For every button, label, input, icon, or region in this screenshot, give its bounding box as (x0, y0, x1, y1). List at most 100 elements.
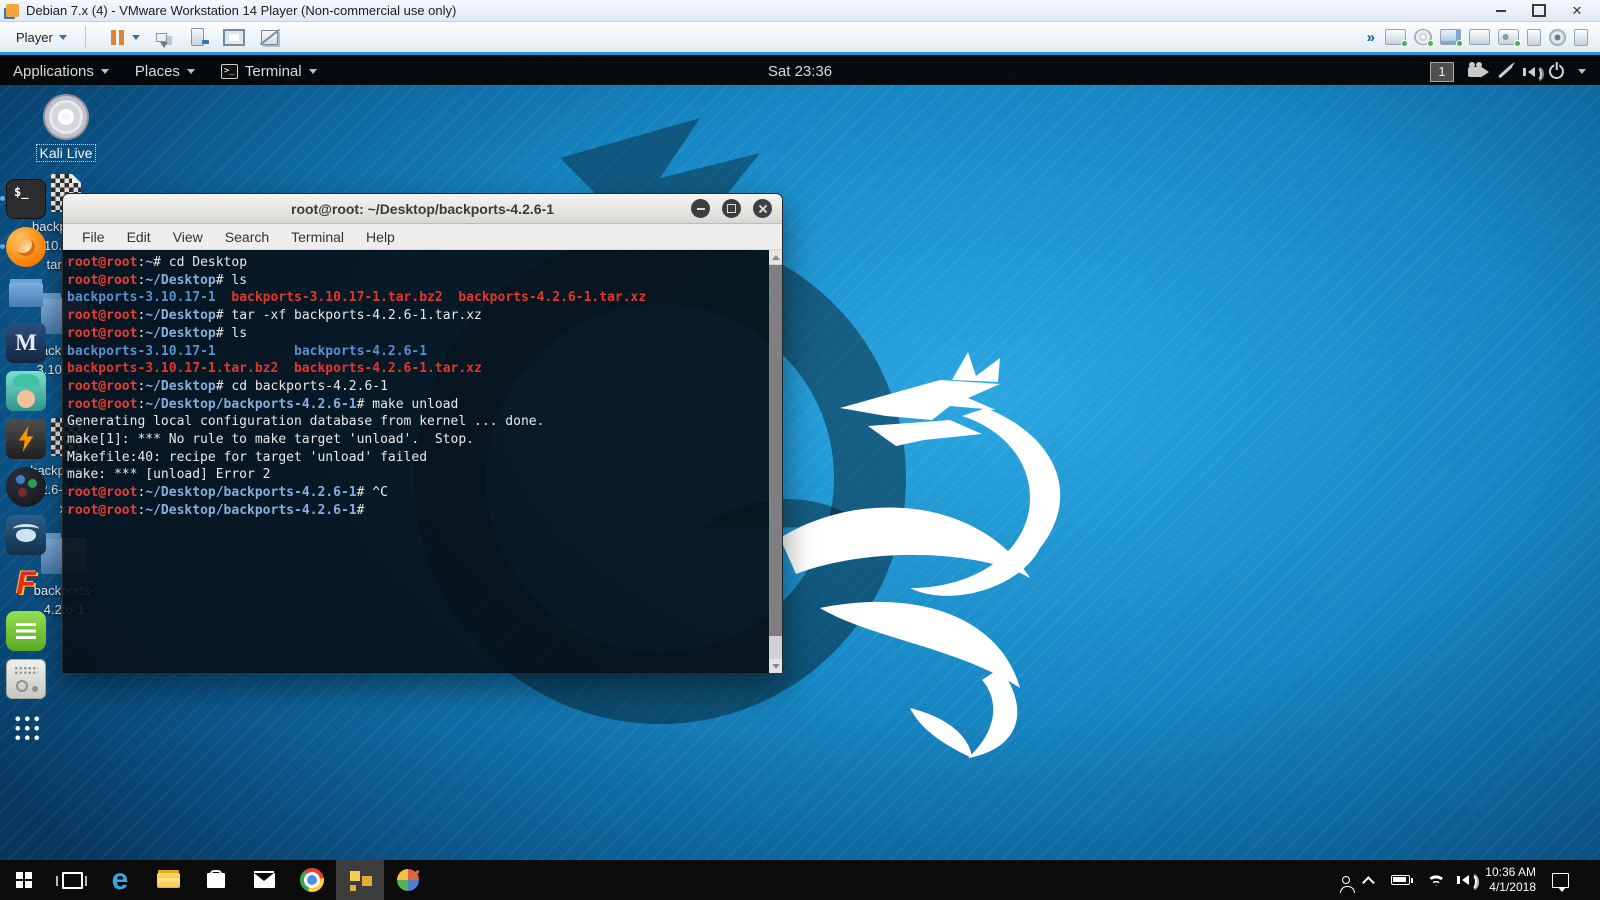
usb-icon[interactable] (1527, 29, 1541, 46)
vmware-window-title: Debian 7.x (4) - VMware Workstation 14 P… (26, 3, 1480, 18)
desktop-item-kali-live[interactable]: Kali Live (30, 94, 102, 163)
terminal-line: root@root:~# cd Desktop (67, 254, 766, 272)
file-explorer-icon (157, 873, 180, 888)
dock-metasploit-icon[interactable] (6, 323, 46, 363)
pause-chevron-icon[interactable] (132, 35, 140, 40)
maximize-icon[interactable] (1522, 3, 1556, 19)
wifi-icon[interactable] (1426, 874, 1446, 887)
running-indicator (0, 196, 5, 201)
chevron-down-icon (101, 69, 109, 74)
window-close-icon[interactable] (753, 199, 772, 218)
workspace-indicator[interactable]: 1 (1430, 62, 1454, 82)
vmware-toolbar: Player » (0, 22, 1600, 55)
dock-terminal-icon[interactable] (6, 179, 46, 219)
window-minimize-icon[interactable] (691, 199, 710, 218)
fullscreen-icon[interactable] (221, 25, 247, 49)
windows-taskbar: 10:36 AM 4/1/2018 (0, 860, 1600, 900)
taskbar-start-button[interactable] (0, 860, 48, 900)
connected-indicator (1401, 40, 1408, 47)
cd-disc-icon (43, 94, 89, 140)
terminal-appmenu-label: Terminal (245, 63, 302, 80)
device-status-icons (1381, 29, 1592, 46)
tray-clock[interactable]: 10:36 AM 4/1/2018 (1485, 865, 1536, 895)
dock-beef-icon[interactable] (6, 515, 46, 555)
dock-browser-icon[interactable] (6, 227, 46, 267)
terminal-line: root@root:~/Desktop# ls (67, 325, 766, 343)
pause-icon[interactable] (101, 25, 127, 49)
network-icon[interactable] (1440, 29, 1461, 45)
terminal-content[interactable]: root@root:~# cd Desktoproot@root:~/Deskt… (63, 250, 782, 673)
scroll-up-icon[interactable] (769, 250, 782, 264)
chevron-down-icon (187, 69, 195, 74)
taskbar-chrome-button[interactable] (288, 860, 336, 900)
pen-icon[interactable] (1498, 65, 1513, 79)
minimize-icon[interactable] (1484, 3, 1518, 19)
player-menu-button[interactable]: Player (8, 27, 75, 48)
terminal-menu-help[interactable]: Help (355, 229, 406, 245)
camcorder-icon[interactable] (1468, 67, 1483, 77)
dock-show-applications-icon[interactable] (6, 707, 46, 747)
terminal-titlebar[interactable]: root@root: ~/Desktop/backports-4.2.6-1 (63, 194, 782, 224)
system-tray: 10:36 AM 4/1/2018 (1342, 860, 1600, 900)
power-icon[interactable] (1549, 64, 1564, 79)
battery-icon[interactable] (1391, 875, 1410, 885)
terminal-menubar: FileEditViewSearchTerminalHelp (63, 224, 782, 250)
volume-icon[interactable] (1528, 67, 1535, 77)
printer-icon[interactable] (1469, 29, 1490, 45)
armitage-icon (6, 371, 46, 411)
terminal-menu-view[interactable]: View (162, 229, 214, 245)
terminal-scrollbar[interactable] (769, 250, 782, 673)
expand-toolbar-icon[interactable]: » (1367, 29, 1373, 46)
terminal-line: root@root:~/Desktop# ls (67, 272, 766, 290)
terminal-line: Makefile:40: recipe for target 'unload' … (67, 449, 766, 467)
terminal-menu-edit[interactable]: Edit (116, 229, 162, 245)
places-menu[interactable]: Places (122, 58, 208, 85)
action-center-icon[interactable] (1552, 873, 1569, 888)
terminal-menu-search[interactable]: Search (214, 229, 280, 245)
taskbar-file-explorer-button[interactable] (144, 860, 192, 900)
sound-icon[interactable] (1498, 29, 1519, 45)
dock-notes-icon[interactable] (6, 611, 46, 651)
usb-2-icon[interactable] (1574, 29, 1588, 46)
dock-files-icon[interactable] (6, 275, 46, 315)
volume-icon[interactable] (1462, 875, 1469, 885)
applications-menu[interactable]: Applications (0, 58, 122, 85)
terminal-line: backports-3.10.17-1.tar.bz2 backports-4.… (67, 360, 766, 378)
hard-disk-icon[interactable] (1385, 29, 1406, 45)
terminal-menu-file[interactable]: File (71, 229, 116, 245)
terminal-line: backports-3.10.17-1 backports-4.2.6-1 (67, 343, 766, 361)
terminal-window: root@root: ~/Desktop/backports-4.2.6-1 F… (62, 193, 783, 673)
send-ctrl-alt-del-icon[interactable] (149, 25, 175, 49)
taskbar-paint-3d-button[interactable] (384, 860, 432, 900)
dock-burpsuite-icon[interactable] (6, 419, 46, 459)
taskbar-vmware-button[interactable] (336, 860, 384, 900)
taskbar-edge-button[interactable] (96, 860, 144, 900)
unity-mode-icon[interactable] (257, 25, 283, 49)
cd-rom-icon[interactable] (1414, 29, 1432, 45)
people-icon[interactable] (1342, 876, 1350, 884)
taskbar-store-button[interactable] (192, 860, 240, 900)
scroll-down-icon[interactable] (769, 659, 782, 673)
chevron-up-icon[interactable] (1362, 876, 1375, 889)
chevron-down-icon[interactable] (1578, 69, 1586, 74)
guest-tray: 1 (1430, 58, 1600, 85)
terminal-line: root@root:~/Desktop/backports-4.2.6-1# ^… (67, 484, 766, 502)
connected-indicator (1427, 40, 1434, 47)
taskbar-task-view-button[interactable] (48, 860, 96, 900)
dock-armitage-icon[interactable] (6, 371, 46, 411)
webcam-icon[interactable] (1549, 29, 1566, 46)
dock-faraday-icon[interactable] (6, 563, 46, 603)
dock-hardware-keys-icon[interactable] (6, 659, 46, 699)
dock-maltego-icon[interactable] (6, 467, 46, 507)
taskbar-mail-button[interactable] (240, 860, 288, 900)
maltego-icon (6, 467, 46, 507)
close-icon[interactable] (1560, 3, 1594, 19)
terminal-line: root@root:~/Desktop/backports-4.2.6-1# m… (67, 396, 766, 414)
desktop-item-label: Kali Live (36, 144, 97, 162)
mail-icon (254, 873, 275, 888)
terminal-appmenu[interactable]: >_ Terminal (208, 58, 330, 85)
window-maximize-icon[interactable] (722, 199, 741, 218)
connect-device-icon[interactable] (185, 25, 211, 49)
terminal-menu-terminal[interactable]: Terminal (280, 229, 355, 245)
scrollbar-thumb[interactable] (769, 265, 782, 636)
